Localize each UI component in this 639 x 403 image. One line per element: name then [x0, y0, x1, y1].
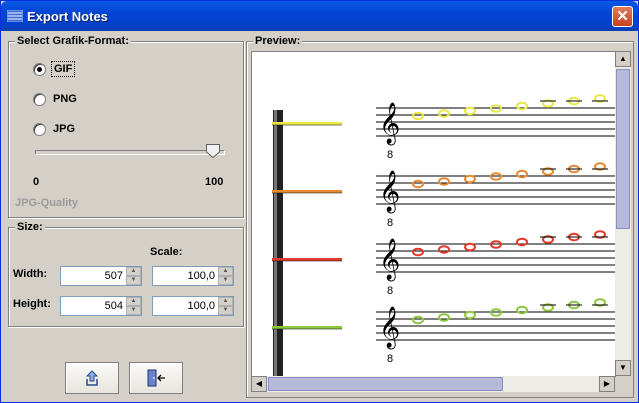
jpg-quality-slider-track[interactable]: [35, 150, 225, 155]
height-spin-down-button[interactable]: ▼: [126, 306, 141, 315]
height-scale-spin-down-button[interactable]: ▼: [218, 306, 233, 315]
height-scale-spin-up-button[interactable]: ▲: [218, 297, 233, 306]
height-scale-input[interactable]: [153, 297, 217, 315]
vertical-scrollbar[interactable]: ▲ ▼: [615, 51, 631, 376]
width-spin-up-button[interactable]: ▲: [126, 267, 141, 276]
close-icon: ✕: [616, 8, 629, 25]
radio-jpg[interactable]: JPG: [33, 121, 77, 137]
jpg-quality-label: JPG-Quality: [15, 197, 78, 209]
radio-jpg-label[interactable]: JPG: [51, 122, 77, 136]
note-head: [438, 177, 450, 186]
note-head: [516, 101, 528, 111]
scroll-right-button[interactable]: ▶: [599, 376, 615, 392]
staff-marker-0: [272, 122, 342, 125]
preview-canvas[interactable]: 𝄞 8 𝄞 8 𝄞 8 𝄞 8: [251, 51, 616, 377]
horizontal-scroll-thumb[interactable]: [268, 377, 503, 391]
octave-mark: 8: [387, 149, 393, 161]
treble-clef-icon: 𝄞: [379, 306, 400, 349]
note-head: [516, 169, 528, 179]
format-group: Select Grafik-Format: GIF PNG JPG 0 100 …: [8, 35, 244, 218]
note-head: [464, 310, 476, 320]
note-head: [438, 313, 450, 322]
radio-gif-indicator[interactable]: [33, 62, 46, 76]
export-icon: [85, 370, 99, 386]
octave-mark: 8: [387, 285, 393, 297]
scroll-up-button[interactable]: ▲: [615, 51, 631, 67]
octave-mark: 8: [387, 217, 393, 229]
width-spin-down-button[interactable]: ▼: [126, 276, 141, 285]
notes-preview-image: 𝄞 8 𝄞 8 𝄞 8 𝄞 8: [272, 94, 615, 376]
height-scale-spinner[interactable]: ▲ ▼: [152, 296, 234, 316]
radio-png[interactable]: PNG: [33, 91, 79, 107]
vertical-scroll-thumb[interactable]: [616, 69, 630, 229]
treble-clef-icon: 𝄞: [379, 238, 400, 281]
width-scale-spinner[interactable]: ▲ ▼: [152, 266, 234, 286]
treble-clef-icon: 𝄞: [379, 102, 400, 145]
width-scale-spin-up-button[interactable]: ▲: [218, 267, 233, 276]
app-icon: [7, 10, 23, 22]
octave-mark: 8: [387, 353, 393, 365]
note-head: [464, 242, 476, 252]
note-head: [438, 109, 450, 118]
staff-marker-3: [272, 326, 342, 329]
preview-group-title: Preview:: [253, 35, 303, 47]
radio-gif[interactable]: GIF: [33, 61, 76, 77]
window-title: Export Notes: [27, 9, 108, 24]
note-head: [412, 111, 424, 121]
slider-min-label: 0: [33, 176, 40, 188]
scroll-down-button[interactable]: ▼: [615, 360, 631, 376]
radio-gif-label[interactable]: GIF: [51, 61, 76, 77]
width-spinner[interactable]: ▲ ▼: [60, 266, 142, 286]
height-spinner[interactable]: ▲ ▼: [60, 296, 142, 316]
note-head: [438, 245, 450, 254]
note-head: [516, 305, 528, 315]
height-label: Height:: [13, 298, 51, 310]
exit-button[interactable]: [129, 362, 183, 394]
export-notes-window: Export Notes ✕ Select Grafik-Format: GIF…: [0, 0, 639, 403]
treble-clef-icon: 𝄞: [379, 170, 400, 213]
scale-header: Scale:: [150, 246, 183, 258]
note-head: [412, 247, 424, 257]
close-button[interactable]: ✕: [612, 6, 633, 27]
exit-door-icon: [147, 369, 165, 387]
size-group: Size: Scale: Width: ▲ ▼ ▲ ▼ Height: ▲ ▼ …: [8, 221, 244, 327]
key-bar-highlight: [274, 110, 277, 376]
staff-marker-1: [272, 190, 342, 193]
width-label: Width:: [13, 268, 48, 280]
staff-marker-2: [272, 258, 342, 261]
note-head: [412, 179, 424, 189]
width-scale-spin-down-button[interactable]: ▼: [218, 276, 233, 285]
jpg-quality-slider-thumb[interactable]: [206, 144, 220, 158]
radio-png-indicator[interactable]: [33, 92, 46, 106]
height-input[interactable]: [61, 297, 125, 315]
note-head: [412, 315, 424, 325]
horizontal-scrollbar[interactable]: ◀ ▶: [251, 376, 615, 392]
note-head: [464, 174, 476, 184]
title-bar[interactable]: Export Notes ✕: [1, 1, 638, 31]
scroll-left-button[interactable]: ◀: [251, 376, 267, 392]
width-input[interactable]: [61, 267, 125, 285]
dialog-content: Select Grafik-Format: GIF PNG JPG 0 100 …: [4, 31, 635, 399]
radio-png-label[interactable]: PNG: [51, 92, 79, 106]
note-head: [516, 237, 528, 247]
slider-max-label: 100: [205, 176, 224, 188]
note-head: [464, 106, 476, 116]
size-group-title: Size:: [15, 221, 45, 233]
export-button[interactable]: [65, 362, 119, 394]
radio-jpg-indicator[interactable]: [33, 122, 46, 136]
format-group-title: Select Grafik-Format:: [15, 35, 131, 47]
width-scale-input[interactable]: [153, 267, 217, 285]
height-spin-up-button[interactable]: ▲: [126, 297, 141, 306]
